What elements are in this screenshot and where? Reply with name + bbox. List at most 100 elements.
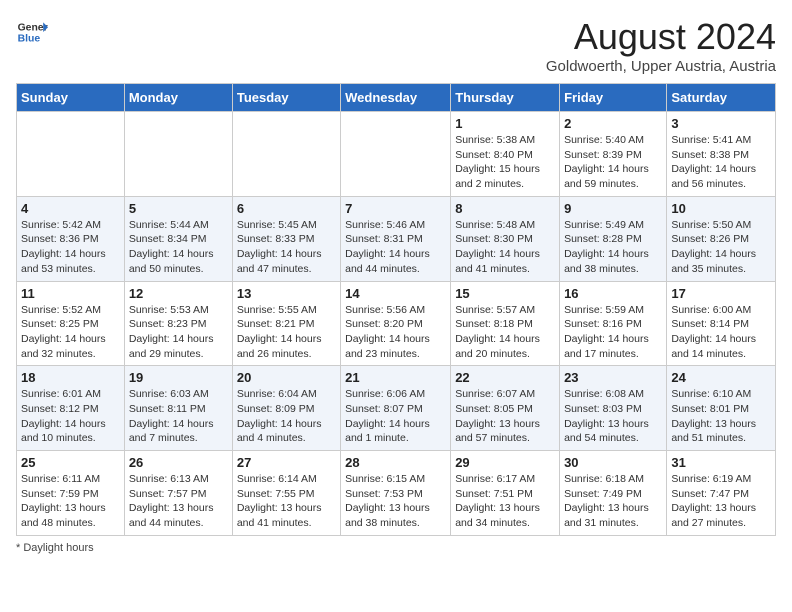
- day-info: Sunrise: 6:00 AM Sunset: 8:14 PM Dayligh…: [671, 303, 771, 362]
- calendar-cell: 17 Sunrise: 6:00 AM Sunset: 8:14 PM Dayli…: [667, 281, 776, 366]
- calendar-cell: 22Sunrise: 6:07 AM Sunset: 8:05 PM Dayli…: [451, 366, 560, 451]
- day-info: Sunrise: 5:49 AM Sunset: 8:28 PM Dayligh…: [564, 218, 662, 277]
- day-number: 10: [671, 201, 771, 216]
- day-number: 24: [671, 370, 771, 385]
- day-number: 4: [21, 201, 120, 216]
- calendar-cell: [341, 112, 451, 197]
- calendar-cell: [124, 112, 232, 197]
- day-info: Sunrise: 6:08 AM Sunset: 8:03 PM Dayligh…: [564, 387, 662, 446]
- header-day-wednesday: Wednesday: [341, 84, 451, 112]
- header-day-thursday: Thursday: [451, 84, 560, 112]
- day-info: Sunrise: 5:48 AM Sunset: 8:30 PM Dayligh…: [455, 218, 555, 277]
- day-info: Sunrise: 6:13 AM Sunset: 7:57 PM Dayligh…: [129, 472, 228, 531]
- day-number: 31: [671, 455, 771, 470]
- calendar-cell: 11Sunrise: 5:52 AM Sunset: 8:25 PM Dayli…: [17, 281, 125, 366]
- logo: General Blue: [16, 16, 48, 48]
- day-number: 8: [455, 201, 555, 216]
- day-info: Sunrise: 5:53 AM Sunset: 8:23 PM Dayligh…: [129, 303, 228, 362]
- calendar-cell: 5 Sunrise: 5:44 AM Sunset: 8:34 PM Daylig…: [124, 196, 232, 281]
- header-day-saturday: Saturday: [667, 84, 776, 112]
- header-day-sunday: Sunday: [17, 84, 125, 112]
- day-info: Sunrise: 5:46 AM Sunset: 8:31 PM Dayligh…: [345, 218, 446, 277]
- calendar-cell: 27Sunrise: 6:14 AM Sunset: 7:55 PM Dayli…: [232, 451, 340, 536]
- calendar-cell: 21Sunrise: 6:06 AM Sunset: 8:07 PM Dayli…: [341, 366, 451, 451]
- day-number: 30: [564, 455, 662, 470]
- day-number: 23: [564, 370, 662, 385]
- calendar-cell: 4 Sunrise: 5:42 AM Sunset: 8:36 PM Daylig…: [17, 196, 125, 281]
- calendar-week-row: 25 Sunrise: 6:11 AM Sunset: 7:59 PM Dayli…: [17, 451, 776, 536]
- calendar-week-row: 11Sunrise: 5:52 AM Sunset: 8:25 PM Dayli…: [17, 281, 776, 366]
- subtitle: Goldwoerth, Upper Austria, Austria: [546, 58, 776, 75]
- calendar-cell: 23 Sunrise: 6:08 AM Sunset: 8:03 PM Dayli…: [560, 366, 667, 451]
- day-info: Sunrise: 6:07 AM Sunset: 8:05 PM Dayligh…: [455, 387, 555, 446]
- day-number: 2: [564, 116, 662, 131]
- day-info: Sunrise: 5:55 AM Sunset: 8:21 PM Dayligh…: [237, 303, 336, 362]
- day-info: Sunrise: 5:45 AM Sunset: 8:33 PM Dayligh…: [237, 218, 336, 277]
- day-number: 15: [455, 286, 555, 301]
- calendar-header-row: SundayMondayTuesdayWednesdayThursdayFrid…: [17, 84, 776, 112]
- calendar-cell: 26 Sunrise: 6:13 AM Sunset: 7:57 PM Dayli…: [124, 451, 232, 536]
- calendar-cell: 30 Sunrise: 6:18 AM Sunset: 7:49 PM Dayli…: [560, 451, 667, 536]
- day-number: 5: [129, 201, 228, 216]
- day-info: Sunrise: 5:57 AM Sunset: 8:18 PM Dayligh…: [455, 303, 555, 362]
- day-info: Sunrise: 6:11 AM Sunset: 7:59 PM Dayligh…: [21, 472, 120, 531]
- day-number: 27: [237, 455, 336, 470]
- day-info: Sunrise: 6:01 AM Sunset: 8:12 PM Dayligh…: [21, 387, 120, 446]
- header-day-monday: Monday: [124, 84, 232, 112]
- day-number: 17: [671, 286, 771, 301]
- day-info: Sunrise: 5:50 AM Sunset: 8:26 PM Dayligh…: [671, 218, 771, 277]
- day-number: 9: [564, 201, 662, 216]
- day-info: Sunrise: 5:40 AM Sunset: 8:39 PM Dayligh…: [564, 133, 662, 192]
- calendar-cell: 18 Sunrise: 6:01 AM Sunset: 8:12 PM Dayli…: [17, 366, 125, 451]
- calendar-week-row: 18 Sunrise: 6:01 AM Sunset: 8:12 PM Dayli…: [17, 366, 776, 451]
- day-number: 7: [345, 201, 446, 216]
- day-info: Sunrise: 5:44 AM Sunset: 8:34 PM Dayligh…: [129, 218, 228, 277]
- day-number: 26: [129, 455, 228, 470]
- calendar-cell: [232, 112, 340, 197]
- day-info: Sunrise: 5:41 AM Sunset: 8:38 PM Dayligh…: [671, 133, 771, 192]
- day-number: 20: [237, 370, 336, 385]
- calendar-cell: 13 Sunrise: 5:55 AM Sunset: 8:21 PM Dayli…: [232, 281, 340, 366]
- day-info: Sunrise: 6:10 AM Sunset: 8:01 PM Dayligh…: [671, 387, 771, 446]
- calendar-cell: 10 Sunrise: 5:50 AM Sunset: 8:26 PM Dayli…: [667, 196, 776, 281]
- day-info: Sunrise: 6:19 AM Sunset: 7:47 PM Dayligh…: [671, 472, 771, 531]
- calendar-cell: 28Sunrise: 6:15 AM Sunset: 7:53 PM Dayli…: [341, 451, 451, 536]
- day-number: 18: [21, 370, 120, 385]
- day-number: 16: [564, 286, 662, 301]
- day-info: Sunrise: 5:42 AM Sunset: 8:36 PM Dayligh…: [21, 218, 120, 277]
- calendar-cell: 3 Sunrise: 5:41 AM Sunset: 8:38 PM Daylig…: [667, 112, 776, 197]
- day-number: 28: [345, 455, 446, 470]
- day-info: Sunrise: 6:04 AM Sunset: 8:09 PM Dayligh…: [237, 387, 336, 446]
- calendar-cell: 8 Sunrise: 5:48 AM Sunset: 8:30 PM Daylig…: [451, 196, 560, 281]
- main-title: August 2024: [546, 16, 776, 58]
- calendar-cell: 25 Sunrise: 6:11 AM Sunset: 7:59 PM Dayli…: [17, 451, 125, 536]
- calendar-cell: 9 Sunrise: 5:49 AM Sunset: 8:28 PM Daylig…: [560, 196, 667, 281]
- day-number: 6: [237, 201, 336, 216]
- title-area: August 2024 Goldwoerth, Upper Austria, A…: [546, 16, 776, 75]
- day-number: 3: [671, 116, 771, 131]
- calendar-cell: 29 Sunrise: 6:17 AM Sunset: 7:51 PM Dayli…: [451, 451, 560, 536]
- day-info: Sunrise: 6:03 AM Sunset: 8:11 PM Dayligh…: [129, 387, 228, 446]
- calendar-cell: 19 Sunrise: 6:03 AM Sunset: 8:11 PM Dayli…: [124, 366, 232, 451]
- day-number: 29: [455, 455, 555, 470]
- day-info: Sunrise: 6:17 AM Sunset: 7:51 PM Dayligh…: [455, 472, 555, 531]
- header-day-tuesday: Tuesday: [232, 84, 340, 112]
- calendar-cell: 2 Sunrise: 5:40 AM Sunset: 8:39 PM Daylig…: [560, 112, 667, 197]
- calendar-cell: 31 Sunrise: 6:19 AM Sunset: 7:47 PM Dayli…: [667, 451, 776, 536]
- day-number: 13: [237, 286, 336, 301]
- day-info: Sunrise: 5:56 AM Sunset: 8:20 PM Dayligh…: [345, 303, 446, 362]
- day-number: 21: [345, 370, 446, 385]
- day-info: Sunrise: 5:52 AM Sunset: 8:25 PM Dayligh…: [21, 303, 120, 362]
- calendar-week-row: 1Sunrise: 5:38 AM Sunset: 8:40 PM Daylig…: [17, 112, 776, 197]
- calendar-cell: 12 Sunrise: 5:53 AM Sunset: 8:23 PM Dayli…: [124, 281, 232, 366]
- day-number: 19: [129, 370, 228, 385]
- calendar-cell: 7 Sunrise: 5:46 AM Sunset: 8:31 PM Daylig…: [341, 196, 451, 281]
- calendar-cell: 14Sunrise: 5:56 AM Sunset: 8:20 PM Dayli…: [341, 281, 451, 366]
- calendar-cell: 16Sunrise: 5:59 AM Sunset: 8:16 PM Dayli…: [560, 281, 667, 366]
- footer-text: Daylight hours: [23, 542, 93, 554]
- calendar-cell: [17, 112, 125, 197]
- day-number: 25: [21, 455, 120, 470]
- calendar-cell: 24 Sunrise: 6:10 AM Sunset: 8:01 PM Dayli…: [667, 366, 776, 451]
- day-info: Sunrise: 6:18 AM Sunset: 7:49 PM Dayligh…: [564, 472, 662, 531]
- day-number: 12: [129, 286, 228, 301]
